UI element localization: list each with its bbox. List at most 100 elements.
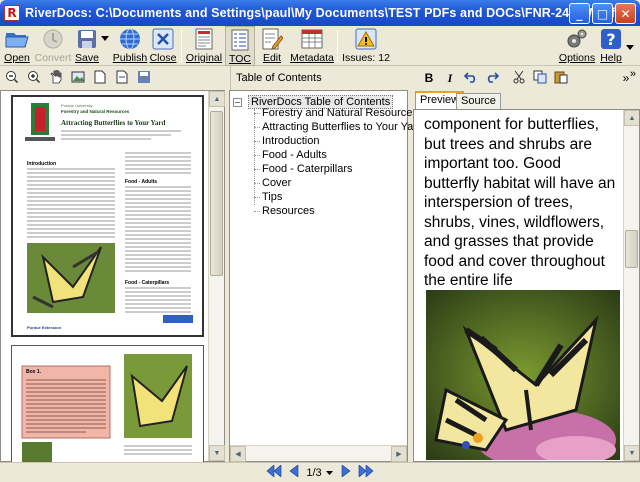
toc-item[interactable]: Attracting Butterflies to Your Yard <box>253 121 423 133</box>
first-page-button[interactable] <box>266 464 282 480</box>
toc-item[interactable]: Tips <box>253 191 282 203</box>
close-label: Close <box>149 52 177 64</box>
zoom-in-button[interactable] <box>24 69 44 87</box>
arrow-up-icon: ▲ <box>213 95 221 103</box>
thumb-box-title: Box 1. <box>26 369 42 375</box>
tree-connector <box>254 109 255 205</box>
arrow-left-icon <box>289 464 299 480</box>
arrow-left-icon: ◀ <box>235 451 241 458</box>
last-page-button[interactable] <box>358 464 374 480</box>
chevron-down-icon <box>625 36 635 60</box>
edit-label: Edit <box>262 52 282 64</box>
edit-view-button[interactable]: Edit <box>258 26 286 66</box>
save-button[interactable]: Save <box>74 26 100 66</box>
page-fit-icon <box>116 70 128 87</box>
preview-text: component for butterflies, but trees and… <box>424 116 616 289</box>
warning-icon <box>353 27 379 51</box>
original-label: Original <box>185 52 223 64</box>
single-page-button[interactable] <box>90 69 110 87</box>
image-select-icon <box>71 70 85 87</box>
select-image-button[interactable] <box>68 69 88 87</box>
toc-tree[interactable]: − RiverDocs Table of Contents Forestry a… <box>229 90 423 462</box>
metadata-button[interactable]: Metadata <box>290 26 334 66</box>
cut-button[interactable] <box>509 68 529 88</box>
save-dropdown-button[interactable] <box>100 26 110 66</box>
metadata-label: Metadata <box>290 52 334 64</box>
disk-icon <box>137 70 151 87</box>
next-page-button[interactable] <box>338 464 354 480</box>
close-window-button[interactable]: ✕ <box>615 3 636 24</box>
scrollbar-thumb[interactable] <box>625 230 638 268</box>
help-dropdown-button[interactable] <box>624 26 636 66</box>
zoom-out-button[interactable] <box>2 69 22 87</box>
collapse-icon[interactable]: − <box>233 97 242 107</box>
page-thumbnail-1[interactable]: Purdue University Forestry and Natural R… <box>11 95 204 337</box>
toc-item[interactable]: Resources <box>254 205 315 217</box>
toc-item[interactable]: Introduction <box>253 135 319 147</box>
scroll-down-button[interactable]: ▼ <box>209 445 225 461</box>
paste-button[interactable] <box>551 68 571 88</box>
options-button[interactable]: Options <box>559 26 595 66</box>
fit-page-button[interactable] <box>112 69 132 87</box>
page-icon <box>94 70 106 87</box>
editor-tabs: Preview Source <box>413 91 640 110</box>
toc-item[interactable]: Food - Caterpillars <box>253 163 352 175</box>
page-2-preview <box>12 346 203 462</box>
undo-button[interactable] <box>461 68 481 88</box>
toc-list-icon <box>227 28 253 52</box>
chevron-down-icon <box>100 27 110 51</box>
editor-scrollbar[interactable]: ▲ ▼ <box>623 110 639 461</box>
page-dropdown-button[interactable] <box>326 466 334 480</box>
chevron-down-icon <box>326 467 334 479</box>
scroll-right-button[interactable]: ▶ <box>391 446 407 462</box>
scroll-up-button[interactable]: ▲ <box>209 91 225 107</box>
help-button[interactable]: ? Help <box>598 26 624 66</box>
toolbar-overflow-chevron[interactable]: » <box>630 68 636 80</box>
metadata-grid-icon <box>299 27 325 51</box>
toc-horizontal-scrollbar[interactable]: ◀ ▶ <box>230 445 407 462</box>
previous-page-button[interactable] <box>286 464 302 480</box>
toc-item[interactable]: Food - Adults <box>254 149 327 161</box>
page-indicator: 1/3 <box>306 466 322 479</box>
scroll-up-button[interactable]: ▲ <box>624 110 639 126</box>
close-icon: ✕ <box>620 6 631 21</box>
save-label: Save <box>75 52 99 64</box>
redo-button[interactable] <box>482 68 502 88</box>
arrow-right-icon <box>341 464 351 480</box>
convert-button[interactable]: Convert <box>34 26 72 66</box>
thumbnails-scrollbar[interactable]: ▲ ▼ <box>208 91 225 461</box>
maximize-icon: □ <box>596 6 609 21</box>
toc-view-button[interactable]: TOC <box>225 26 255 66</box>
butterfly-photo <box>426 290 620 460</box>
issues-label: Issues: 12 <box>342 52 390 64</box>
publish-button[interactable]: Publish <box>113 26 147 66</box>
open-button[interactable]: Open <box>2 26 32 66</box>
bold-button[interactable]: B <box>419 68 439 88</box>
toc-label: TOC <box>229 53 251 65</box>
scroll-down-button[interactable]: ▼ <box>624 445 639 461</box>
copy-button[interactable] <box>530 68 550 88</box>
page-thumbnails-panel[interactable]: Purdue University Forestry and Natural R… <box>0 90 225 463</box>
save-page-button[interactable] <box>134 69 154 87</box>
italic-button[interactable]: I <box>440 68 460 88</box>
riverdocs-app-icon: R <box>4 5 20 21</box>
scroll-left-button[interactable]: ◀ <box>230 446 246 462</box>
toolbar-divider <box>337 30 338 62</box>
double-arrow-left-icon <box>266 464 282 480</box>
thumb-footer: Purdue Extension <box>27 325 62 330</box>
close-document-button[interactable]: Close <box>149 26 177 66</box>
toc-item[interactable]: Cover <box>253 177 291 189</box>
issues-button[interactable]: Issues: 12 <box>342 26 390 66</box>
minimize-button[interactable]: _ <box>569 3 590 24</box>
original-view-button[interactable]: Original <box>185 26 223 66</box>
tab-source[interactable]: Source <box>456 93 501 110</box>
maximize-button[interactable]: □ <box>592 3 613 24</box>
scrollbar-thumb[interactable] <box>210 111 223 276</box>
toc-item[interactable]: Forestry and Natural Resources <box>254 107 418 119</box>
page-thumbnail-2[interactable]: Box 1. <box>11 345 204 463</box>
pan-button[interactable] <box>46 69 66 87</box>
toc-header: Table of Contents <box>230 66 408 90</box>
editor-preview-pane[interactable]: component for butterflies, but trees and… <box>413 109 640 462</box>
arrow-down-icon: ▼ <box>628 449 636 457</box>
hand-icon <box>49 69 63 87</box>
